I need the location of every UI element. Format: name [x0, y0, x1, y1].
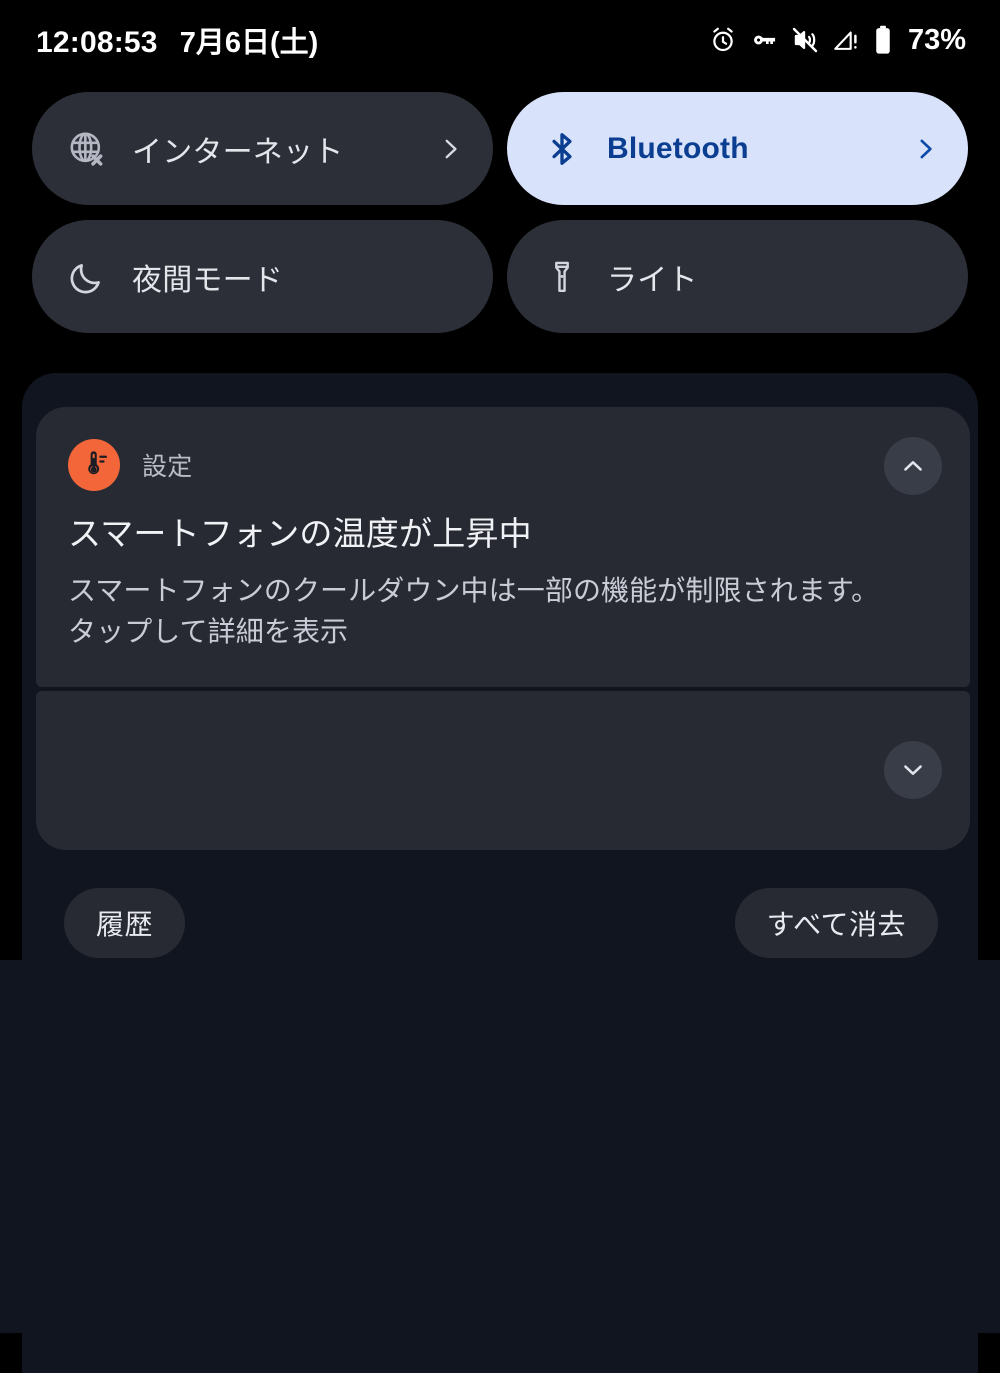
qs-tile-bluetooth-label: Bluetooth — [607, 131, 749, 165]
notification-body-line-2: タップして詳細を表示 — [68, 615, 349, 647]
notification-list: 設定 スマートフォンの温度が上昇中 スマートフォンのクールダウン中は一部の機能が… — [36, 407, 970, 850]
qs-tile-bluetooth[interactable]: Bluetooth — [507, 92, 968, 205]
bluetooth-icon — [541, 128, 583, 170]
chevron-right-icon[interactable] — [912, 136, 938, 162]
notification-item-secondary[interactable] — [36, 690, 970, 850]
chevron-right-icon[interactable] — [437, 136, 463, 162]
notification-header: 設定 — [68, 437, 938, 493]
battery-percent-label: 73% — [907, 23, 966, 56]
chevron-down-icon — [900, 757, 926, 783]
status-date: 7月6日(土) — [179, 27, 319, 59]
notification-body-line-1: スマートフォンのクールダウン中は一部の機能が制限されます。 — [68, 574, 880, 606]
status-bar: 12:08:53 7月6日(土) 73% — [0, 0, 1000, 80]
qs-tile-internet[interactable]: インターネット — [32, 92, 493, 205]
status-bar-left: 12:08:53 7月6日(土) — [36, 19, 318, 61]
clear-all-button[interactable]: すべて消去 — [734, 888, 938, 958]
flashlight-icon — [541, 256, 583, 298]
notification-expand-button[interactable] — [884, 741, 942, 800]
alarm-icon — [709, 26, 737, 54]
notification-shade-background — [0, 960, 1000, 1333]
qs-tile-internet-label: インターネット — [132, 135, 344, 169]
thermometer-icon — [68, 439, 120, 491]
status-bar-right: 73% — [709, 24, 966, 57]
vpn-key-icon — [750, 26, 778, 54]
notification-title: スマートフォンの温度が上昇中 — [68, 515, 532, 552]
qs-tile-flashlight[interactable]: ライト — [507, 220, 968, 333]
qs-tile-night-mode-label: 夜間モード — [132, 263, 283, 297]
status-clock: 12:08:53 — [36, 26, 158, 59]
notification-app-name: 設定 — [142, 453, 193, 481]
signal-no-service-icon — [832, 26, 860, 54]
globe-off-icon — [66, 128, 108, 170]
notification-item-temperature[interactable]: 設定 スマートフォンの温度が上昇中 スマートフォンのクールダウン中は一部の機能が… — [36, 407, 970, 687]
notification-collapse-button[interactable] — [884, 437, 942, 495]
moon-icon — [66, 256, 108, 298]
battery-icon — [873, 25, 893, 55]
notification-footer-actions: 履歴 すべて消去 — [64, 888, 938, 958]
notification-body: スマートフォンのクールダウン中は一部の機能が制限されます。 タップして詳細を表示 — [68, 571, 938, 653]
quick-settings-grid: インターネット Bluetooth 夜間モード ライト — [32, 92, 968, 333]
history-button[interactable]: 履歴 — [64, 888, 186, 958]
qs-tile-flashlight-label: ライト — [607, 263, 698, 297]
qs-tile-night-mode[interactable]: 夜間モード — [32, 220, 493, 333]
ringer-muted-icon — [791, 26, 819, 54]
chevron-up-icon — [900, 453, 926, 479]
